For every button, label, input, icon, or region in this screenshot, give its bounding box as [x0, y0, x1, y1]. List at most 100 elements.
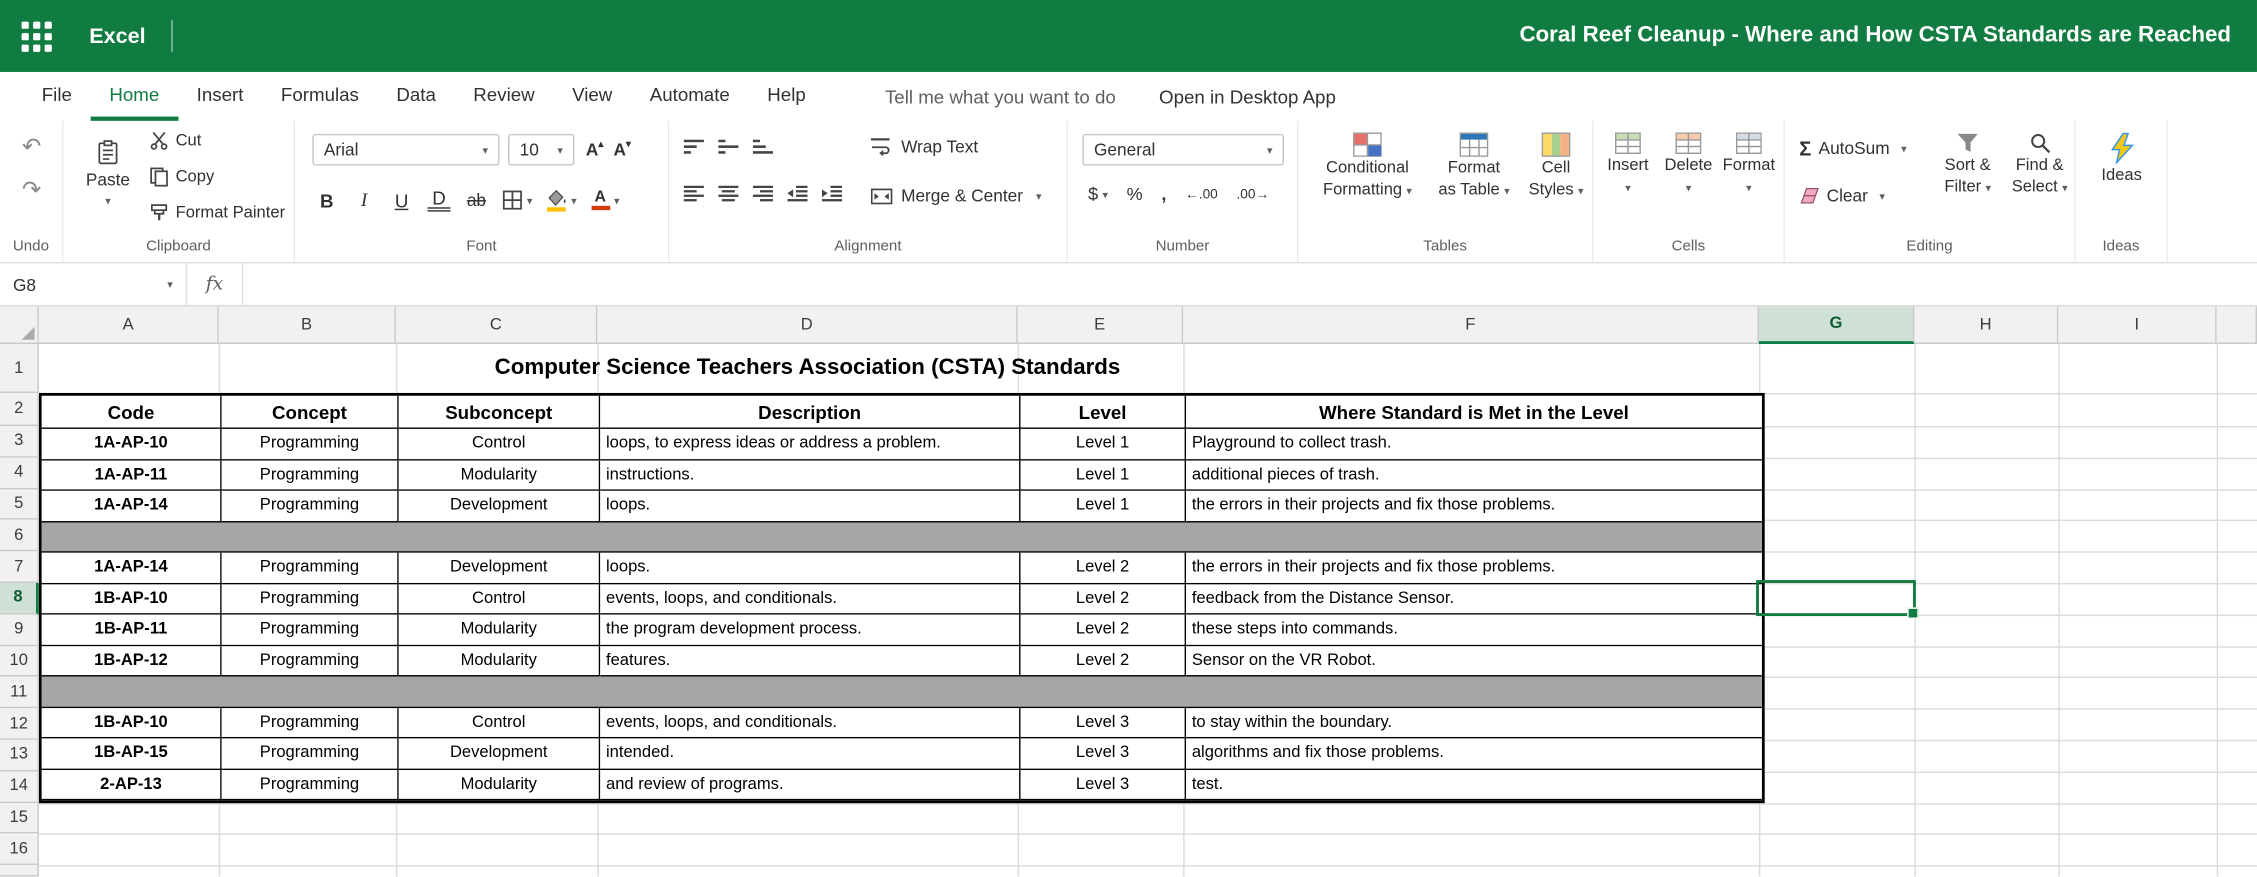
row-header-7[interactable]: 7	[0, 552, 39, 583]
insert-function-button[interactable]: fx	[187, 263, 243, 305]
column-header-B[interactable]: B	[219, 307, 396, 344]
cell-C2[interactable]: Subconcept	[399, 396, 601, 429]
cell-B13[interactable]: Programming	[222, 738, 399, 769]
cell-F8[interactable]: feedback from the Distance Sensor.	[1186, 584, 1762, 615]
undo-button[interactable]: ↶	[17, 132, 46, 161]
insert-cells-button[interactable]: Insert ▾	[1599, 132, 1657, 197]
align-top-button[interactable]	[684, 140, 706, 156]
percent-format-button[interactable]: %	[1127, 184, 1143, 204]
double-underline-button[interactable]: D	[428, 189, 451, 211]
cell-A9[interactable]: 1B-AP-11	[42, 615, 222, 646]
cell-D5[interactable]: loops.	[600, 491, 1020, 522]
cell-E13[interactable]: Level 3	[1021, 738, 1187, 769]
cell-B5[interactable]: Programming	[222, 491, 399, 522]
cell-D13[interactable]: intended.	[600, 738, 1020, 769]
conditional-formatting-button[interactable]: Conditional Formatting▾	[1310, 132, 1425, 200]
cell-F13[interactable]: algorithms and fix those problems.	[1186, 738, 1762, 769]
cell-D3[interactable]: loops, to express ideas or address a pro…	[600, 429, 1020, 460]
cell-E5[interactable]: Level 1	[1021, 491, 1187, 522]
cell-D10[interactable]: features.	[600, 646, 1020, 677]
select-all-button[interactable]	[0, 307, 39, 344]
cell-F12[interactable]: to stay within the boundary.	[1186, 707, 1762, 738]
cell-F4[interactable]: additional pieces of trash.	[1186, 460, 1762, 491]
bold-button[interactable]: B	[315, 189, 338, 211]
cell-A7[interactable]: 1A-AP-14	[42, 553, 222, 584]
italic-button[interactable]: I	[353, 189, 376, 212]
menu-tab-view[interactable]: View	[553, 72, 631, 121]
cell-D12[interactable]: events, loops, and conditionals.	[600, 707, 1020, 738]
align-bottom-button[interactable]	[753, 140, 775, 156]
comma-format-button[interactable]: ,	[1161, 184, 1166, 204]
increase-font-size-button[interactable]: A▴	[586, 140, 604, 160]
cell-B9[interactable]: Programming	[222, 615, 399, 646]
font-color-button[interactable]: A▾	[591, 190, 619, 210]
strikethrough-button[interactable]: ab	[465, 190, 488, 210]
align-left-button[interactable]	[684, 186, 706, 202]
column-header-F[interactable]: F	[1183, 307, 1759, 344]
cut-button[interactable]: Cut	[150, 131, 202, 150]
cell-E8[interactable]: Level 2	[1021, 584, 1187, 615]
cell-E3[interactable]: Level 1	[1021, 429, 1187, 460]
redo-button[interactable]: ↷	[17, 176, 46, 205]
cell-E14[interactable]: Level 3	[1021, 769, 1187, 800]
autosum-button[interactable]: Σ AutoSum ▾	[1799, 137, 1906, 160]
cell-B4[interactable]: Programming	[222, 460, 399, 491]
column-header-E[interactable]: E	[1018, 307, 1184, 344]
cell-C4[interactable]: Modularity	[399, 460, 601, 491]
increase-decimal-button[interactable]: ←.00	[1185, 186, 1218, 202]
cell-F9[interactable]: these steps into commands.	[1186, 615, 1762, 646]
row-header-16[interactable]: 16	[0, 834, 39, 865]
format-as-table-button[interactable]: Format as Table▾	[1434, 132, 1515, 200]
row-header-13[interactable]: 13	[0, 740, 39, 771]
paste-button[interactable]: Paste ▾	[75, 128, 141, 217]
copy-button[interactable]: Copy	[150, 167, 215, 187]
cell-E7[interactable]: Level 2	[1021, 553, 1187, 584]
cell-A4[interactable]: 1A-AP-11	[42, 460, 222, 491]
cell-C14[interactable]: Modularity	[399, 769, 601, 800]
format-painter-button[interactable]: Format Painter	[150, 203, 285, 222]
cell-B7[interactable]: Programming	[222, 553, 399, 584]
align-center-button[interactable]	[718, 186, 740, 202]
cell-A10[interactable]: 1B-AP-12	[42, 646, 222, 677]
row-header-3[interactable]: 3	[0, 426, 39, 457]
cell-C10[interactable]: Modularity	[399, 646, 601, 677]
cell-F14[interactable]: test.	[1186, 769, 1762, 800]
cell-E12[interactable]: Level 3	[1021, 707, 1187, 738]
formula-input[interactable]	[243, 263, 2257, 305]
cell-B10[interactable]: Programming	[222, 646, 399, 677]
menu-tab-home[interactable]: Home	[91, 72, 178, 121]
ideas-button[interactable]: Ideas	[2087, 132, 2156, 185]
merge-center-button[interactable]: Merge & Center ▾	[871, 186, 1042, 206]
column-header-C[interactable]: C	[396, 307, 598, 344]
cell-C9[interactable]: Modularity	[399, 615, 601, 646]
format-cells-button[interactable]: Format ▾	[1720, 132, 1778, 197]
column-header-I[interactable]: I	[2058, 307, 2216, 344]
column-header-H[interactable]: H	[1914, 307, 2058, 344]
cell-F7[interactable]: the errors in their projects and fix tho…	[1186, 553, 1762, 584]
cell-C5[interactable]: Development	[399, 491, 601, 522]
align-right-button[interactable]	[753, 186, 775, 202]
cell-A13[interactable]: 1B-AP-15	[42, 738, 222, 769]
row-header-12[interactable]: 12	[0, 708, 39, 739]
column-header-G[interactable]: G	[1759, 307, 1914, 344]
tell-me-button[interactable]: Tell me what you want to do	[885, 72, 1116, 121]
row-header-15[interactable]: 15	[0, 803, 39, 834]
row-header-8[interactable]: 8	[0, 583, 39, 614]
cell-D14[interactable]: and review of programs.	[600, 769, 1020, 800]
borders-button[interactable]: ▾	[502, 190, 532, 210]
cell-A14[interactable]: 2-AP-13	[42, 769, 222, 800]
cell-E10[interactable]: Level 2	[1021, 646, 1187, 677]
decrease-decimal-button[interactable]: .00→	[1237, 186, 1270, 202]
align-middle-button[interactable]	[718, 140, 740, 156]
clear-button[interactable]: Clear ▾	[1799, 186, 1885, 206]
cell-B3[interactable]: Programming	[222, 429, 399, 460]
column-header-D[interactable]: D	[597, 307, 1017, 344]
menu-tab-data[interactable]: Data	[378, 72, 455, 121]
row-header-14[interactable]: 14	[0, 771, 39, 802]
cell-A2[interactable]: Code	[42, 396, 222, 429]
cell-D7[interactable]: loops.	[600, 553, 1020, 584]
row-header-2[interactable]: 2	[0, 393, 39, 426]
cell-A3[interactable]: 1A-AP-10	[42, 429, 222, 460]
cell-E9[interactable]: Level 2	[1021, 615, 1187, 646]
cell-F10[interactable]: Sensor on the VR Robot.	[1186, 646, 1762, 677]
